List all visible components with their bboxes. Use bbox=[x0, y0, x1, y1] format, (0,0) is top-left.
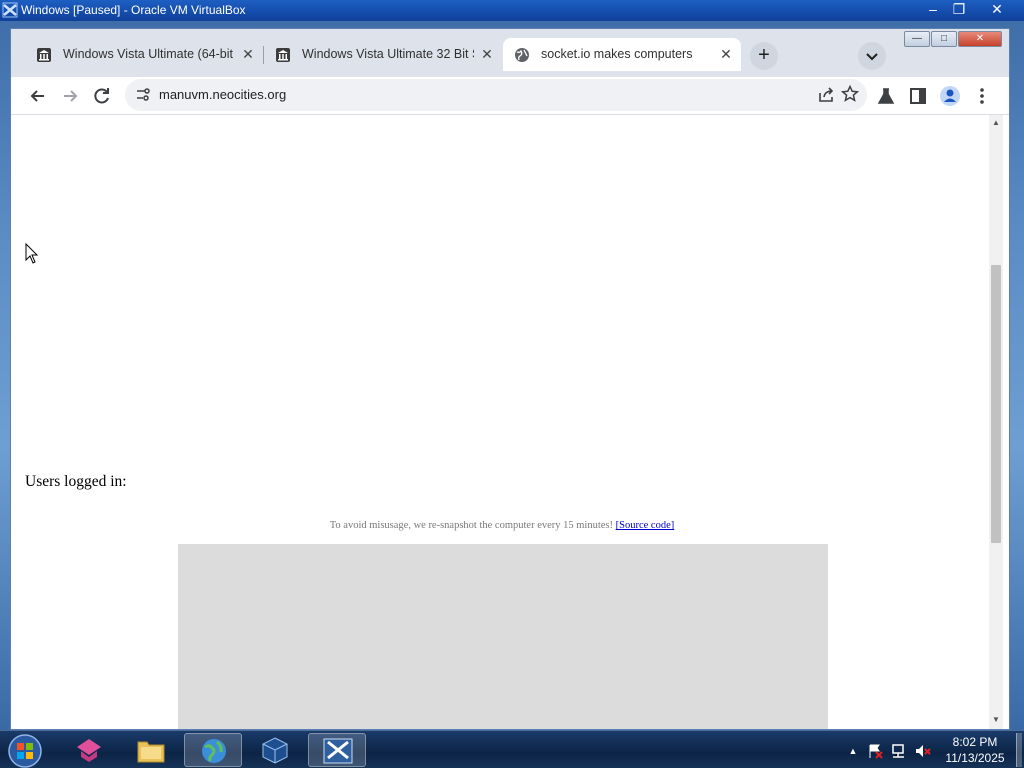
window-maximize-button[interactable]: □ bbox=[931, 31, 957, 47]
show-desktop-button[interactable] bbox=[1016, 733, 1022, 767]
vertical-scrollbar[interactable]: ▲ ▼ bbox=[989, 115, 1003, 729]
page-content: Users logged in: To avoid misusage, we r… bbox=[15, 115, 989, 729]
chevron-down-icon bbox=[866, 53, 878, 61]
taskbar-vista-vm[interactable] bbox=[308, 733, 366, 767]
address-bar[interactable]: manuvm.neocities.org bbox=[125, 79, 867, 111]
tab-search-button[interactable] bbox=[858, 42, 886, 70]
scroll-up-icon[interactable]: ▲ bbox=[991, 118, 1001, 128]
source-code-link[interactable]: [Source code] bbox=[616, 520, 675, 531]
globe-browser-icon bbox=[202, 739, 226, 763]
mouse-cursor-icon bbox=[25, 243, 39, 264]
tab-title: Windows Vista Ultimate (64-bit) bbox=[63, 47, 233, 61]
profile-avatar-icon[interactable] bbox=[936, 82, 964, 110]
start-button-icon[interactable] bbox=[5, 733, 45, 768]
clock-date[interactable]: 11/13/2025 bbox=[940, 751, 1010, 765]
site-settings-icon[interactable] bbox=[135, 87, 151, 103]
side-panel-icon[interactable] bbox=[904, 82, 932, 110]
system-tray: ▲ 8:02 PM 11/13/2025 bbox=[840, 731, 1024, 768]
globe-icon bbox=[515, 48, 529, 62]
clock-time[interactable]: 8:02 PM bbox=[940, 735, 1010, 749]
dropbox-icon bbox=[77, 739, 101, 762]
museum-icon bbox=[37, 48, 51, 62]
snapshot-notice-text: To avoid misusage, we re-snapshot the co… bbox=[329, 520, 614, 531]
reload-icon[interactable] bbox=[88, 82, 116, 110]
scroll-down-icon[interactable]: ▼ bbox=[991, 715, 1001, 725]
restore-icon[interactable]: ❐ bbox=[944, 0, 974, 21]
labs-flask-icon[interactable] bbox=[872, 82, 900, 110]
star-icon[interactable] bbox=[841, 85, 859, 103]
window-close-button[interactable]: ✕ bbox=[958, 31, 1002, 47]
close-icon[interactable]: ✕ bbox=[982, 0, 1012, 21]
menu-kebab-icon[interactable] bbox=[968, 82, 996, 110]
taskbar-virtualbox[interactable] bbox=[246, 733, 304, 767]
tab-close-icon[interactable]: ✕ bbox=[479, 46, 495, 62]
browser-toolbar: manuvm.neocities.org bbox=[11, 77, 1009, 115]
taskbar-dropbox[interactable] bbox=[60, 733, 118, 767]
virtualbox-icon bbox=[2, 2, 18, 18]
tab-close-icon[interactable]: ✕ bbox=[718, 46, 734, 62]
window-minimize-button[interactable]: — bbox=[904, 31, 930, 47]
network-icon[interactable] bbox=[891, 743, 907, 759]
tab-vista-64[interactable]: Windows Vista Ultimate (64-bit) ✕ bbox=[25, 38, 263, 71]
tab-vista-32[interactable]: Windows Vista Ultimate 32 Bit SP ✕ bbox=[264, 38, 502, 71]
back-icon[interactable] bbox=[24, 82, 52, 110]
virtualbox-titlebar: Windows [Paused] - Oracle VM VirtualBox … bbox=[0, 0, 1024, 21]
tab-strip: Windows Vista Ultimate (64-bit) ✕ Window… bbox=[11, 29, 1009, 77]
snapshot-notice: To avoid misusage, we re-snapshot the co… bbox=[15, 520, 989, 531]
virtualbox-title: Windows [Paused] - Oracle VM VirtualBox bbox=[21, 3, 246, 17]
volume-muted-icon[interactable] bbox=[915, 743, 931, 759]
share-icon[interactable] bbox=[817, 86, 835, 104]
show-hidden-icons-icon[interactable]: ▲ bbox=[845, 743, 861, 759]
taskbar: ▲ 8:02 PM 11/13/2025 bbox=[0, 730, 1024, 768]
users-logged-in-label: Users logged in: bbox=[25, 473, 127, 490]
museum-icon bbox=[276, 48, 290, 62]
vista-vm-icon bbox=[323, 738, 353, 764]
browser-window: Windows Vista Ultimate (64-bit) ✕ Window… bbox=[10, 28, 1010, 730]
cube-icon bbox=[262, 737, 288, 764]
vm-screen-canvas[interactable] bbox=[178, 544, 828, 729]
tab-socket-io[interactable]: socket.io makes computers ✕ bbox=[503, 38, 741, 71]
tab-title: socket.io makes computers bbox=[541, 47, 693, 61]
scrollbar-thumb[interactable] bbox=[991, 265, 1001, 543]
taskbar-internet-explorer[interactable] bbox=[184, 733, 242, 767]
new-tab-button[interactable]: + bbox=[750, 42, 778, 70]
tab-title: Windows Vista Ultimate 32 Bit SP bbox=[302, 47, 474, 61]
taskbar-explorer[interactable] bbox=[122, 733, 180, 767]
tab-close-icon[interactable]: ✕ bbox=[240, 46, 256, 62]
flag-alert-icon[interactable] bbox=[867, 743, 883, 759]
forward-icon[interactable] bbox=[56, 82, 84, 110]
url-text: manuvm.neocities.org bbox=[159, 87, 287, 102]
folder-icon bbox=[137, 741, 165, 763]
